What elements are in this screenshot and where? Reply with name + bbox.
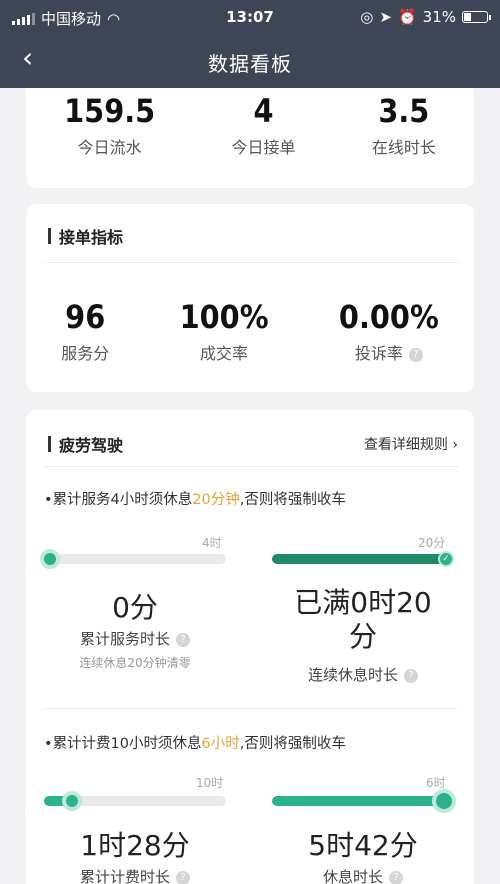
stat-value: 100% <box>179 298 269 336</box>
divider <box>42 262 458 263</box>
stat-label: 成交率 <box>200 344 249 363</box>
billing-time-value: 1时28分 <box>80 829 190 862</box>
rest-duration-bar <box>272 789 456 813</box>
service-time-value: 0分 <box>112 591 158 624</box>
order-metrics-card: 接单指标 96 服务分 100% 成交率 0.00% 投诉率? <box>26 204 474 392</box>
stat-value: 96 <box>65 298 106 336</box>
stat-today-income: 159.5 今日流水 <box>64 92 155 158</box>
rest-duration-value: 5时42分 <box>308 829 418 862</box>
rest-time-value: 已满0时20 分 <box>272 586 454 654</box>
rule-highlight: 6小时 <box>201 736 240 752</box>
rest-duration-label-row: 休息时长? <box>272 866 454 884</box>
nav-overlay: ‹ 数据看板 <box>0 34 500 88</box>
section-title: 疲劳驾驶 <box>48 432 123 456</box>
billing-time-label: 累计计费时长 <box>79 868 170 884</box>
service-time-bar <box>40 549 226 569</box>
info-icon[interactable]: ? <box>176 632 190 647</box>
location-icon: ➤ <box>379 8 392 26</box>
progress-fill <box>272 554 454 564</box>
progress-knob <box>62 791 82 811</box>
progress-fill <box>272 796 445 806</box>
stat-label: 服务分 <box>61 344 110 363</box>
rest-time-label: 连续休息时长 <box>307 666 398 684</box>
stat-label: 在线时长 <box>371 138 436 157</box>
clock-icon: ⏰ <box>397 8 417 26</box>
status-bar: 中国移动 ◠ 13:07 ◎ ➤ ⏰ 31% <box>0 0 500 34</box>
max-label: 4时 <box>202 536 222 550</box>
progress-knob <box>432 789 456 813</box>
stat-label: 今日接单 <box>231 138 296 157</box>
rule-note-1: •累计服务4小时须休息20分钟,否则将强制收车 <box>44 488 346 509</box>
info-icon[interactable]: ? <box>404 668 418 683</box>
stat-today-orders: 4 今日接单 <box>232 92 296 158</box>
max-label: 10时 <box>196 776 224 790</box>
service-time-label-row: 累计服务时长? <box>44 628 226 649</box>
divider <box>42 708 458 709</box>
info-icon[interactable]: ? <box>408 347 423 362</box>
battery-percent: 31% <box>422 8 456 26</box>
divider <box>42 466 458 467</box>
stat-value: 0.00% <box>338 298 439 336</box>
info-icon[interactable]: ? <box>176 870 190 884</box>
rest-time-label-row: 连续休息时长? <box>272 664 454 685</box>
stat-label: 今日流水 <box>77 138 142 157</box>
bullet: • <box>44 492 53 508</box>
fatigue-card: 疲劳驾驶 查看详细规则 › •累计服务4小时须休息20分钟,否则将强制收车 4时… <box>26 410 474 884</box>
stat-service-score: 96 服务分 <box>61 298 109 364</box>
view-rules-label: 查看详细规则 <box>363 437 448 453</box>
rule-text-end: ,否则将强制收车 <box>239 492 346 508</box>
billing-time-bar <box>44 791 226 811</box>
stat-value: 4 <box>253 92 274 130</box>
stat-value: 159.5 <box>64 92 156 130</box>
rule-text: 累计服务4小时须休息 <box>52 492 193 508</box>
rule-text-end: ,否则将强制收车 <box>239 736 346 752</box>
rule-text: 累计计费10小时须休息 <box>52 736 202 752</box>
page-title-text: 数据看板 <box>208 52 292 76</box>
stat-deal-rate: 100% 成交率 <box>180 298 269 364</box>
progress-knob <box>40 549 60 569</box>
stat-complaint-rate: 0.00% 投诉率? <box>339 298 439 364</box>
rest-time-value-line1: 已满0时20 <box>294 586 432 619</box>
rule-highlight: 20分钟 <box>192 492 240 508</box>
service-time-note: 连续休息20分钟清零 <box>79 656 191 670</box>
section-title: 接单指标 <box>48 224 123 248</box>
rest-time-bar: ✓ <box>272 551 454 567</box>
check-icon: ✓ <box>438 551 454 567</box>
view-rules-link[interactable]: 查看详细规则 › <box>364 434 458 454</box>
rule-note-2: •累计计费10小时须休息6小时,否则将强制收车 <box>44 732 346 753</box>
rest-time-value-line2: 分 <box>348 620 377 653</box>
stat-label: 投诉率 <box>354 344 403 363</box>
stat-online-hours: 3.5 在线时长 <box>372 92 436 158</box>
chevron-right-icon: › <box>452 437 458 453</box>
billing-time-label-row: 累计计费时长? <box>44 866 226 884</box>
service-time-label: 累计服务时长 <box>79 630 170 648</box>
alarm-icon: ◎ <box>360 8 374 26</box>
rest-duration-label: 休息时长 <box>322 868 383 884</box>
stat-value: 3.5 <box>378 92 430 130</box>
info-icon[interactable]: ? <box>389 870 403 884</box>
battery-icon <box>462 11 491 23</box>
bullet: • <box>44 736 53 752</box>
max-label: 20分 <box>418 536 446 550</box>
